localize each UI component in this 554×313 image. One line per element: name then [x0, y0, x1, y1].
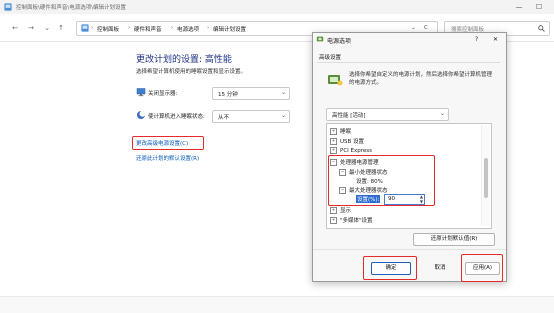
chevron-down-icon: ⌄: [280, 112, 286, 119]
restore-defaults-link[interactable]: 还原此计划的默认设置(R): [136, 154, 199, 162]
sleep-label: 使计算机进入睡眠状态:: [148, 114, 205, 120]
expand-icon[interactable]: +: [330, 207, 337, 214]
change-advanced-settings-link[interactable]: 更改高级电源设置(C): [136, 139, 188, 147]
taskbar-strip: [0, 296, 554, 313]
expand-icon[interactable]: +: [330, 217, 337, 224]
max-processor-setting-label: 设置(%):: [356, 195, 381, 203]
expand-icon[interactable]: +: [330, 147, 337, 154]
power-plan-icon: [328, 75, 343, 86]
scrollbar-thumb[interactable]: [484, 158, 488, 198]
control-panel-icon: [81, 24, 89, 32]
tree-item-usb[interactable]: + USB 设置: [330, 137, 364, 145]
tree-item-pci-express[interactable]: + PCI Express: [330, 147, 372, 154]
minimize-button[interactable]: —: [512, 1, 526, 13]
min-processor-setting[interactable]: 设置: 80%: [356, 177, 383, 185]
up-button[interactable]: ↑: [56, 23, 66, 33]
breadcrumb-item-hardware[interactable]: 硬件和声音: [134, 25, 162, 33]
collapse-icon[interactable]: −: [339, 169, 346, 176]
tree-item-max-processor-state[interactable]: − 最大处理器状态: [339, 186, 388, 194]
breadcrumb-separator: ›: [207, 25, 210, 31]
tree-scrollbar[interactable]: [481, 125, 490, 226]
expand-icon[interactable]: +: [330, 128, 337, 135]
apply-button[interactable]: 应用(A): [465, 262, 500, 275]
chevron-down-icon[interactable]: ⌄: [411, 25, 416, 31]
recent-locations-button[interactable]: ⌄: [42, 23, 52, 33]
max-processor-spinbox[interactable]: 90 ▲ ▼: [384, 194, 425, 205]
title-bar: 控制面板\硬件和声音\电源选项\编辑计划设置 — ☐: [0, 0, 554, 14]
control-panel-icon: [4, 3, 12, 11]
sleep-select[interactable]: 从不 ⌄: [212, 110, 290, 123]
restore-plan-defaults-button[interactable]: 还原计划默认值(R): [413, 233, 495, 246]
collapse-icon[interactable]: −: [339, 187, 346, 194]
expand-icon[interactable]: +: [330, 138, 337, 145]
max-processor-value[interactable]: 90: [388, 196, 395, 202]
tree-item-processor-power[interactable]: − 处理器电源管理: [330, 158, 379, 166]
back-button[interactable]: ←: [10, 23, 20, 33]
power-options-dialog: 电源选项 ? ✕ 高级设置 选择你希望自定义的电源计划，然后选择你希望计算机管理…: [312, 32, 507, 282]
power-plan-select[interactable]: 高性能 [活动] ⌄: [326, 108, 449, 121]
moon-sleep-icon: [137, 110, 146, 119]
page-subtitle: 选择希望计算机使用的睡眠设置和显示设置。: [136, 69, 247, 75]
tree-item-label: 最小处理器状态: [349, 170, 388, 176]
page-title: 更改计划的设置: 高性能: [136, 55, 232, 65]
tree-item-multimedia[interactable]: + "多媒体"设置: [330, 216, 373, 224]
ok-button[interactable]: 确定: [371, 262, 411, 275]
tree-item-min-processor-state[interactable]: − 最小处理器状态: [339, 168, 388, 176]
tree-item-label: USB 设置: [340, 139, 365, 145]
forward-button[interactable]: →: [26, 23, 36, 33]
divider: [313, 249, 506, 250]
close-button[interactable]: ✕: [493, 36, 498, 43]
breadcrumb-separator: ›: [128, 25, 131, 31]
chevron-down-icon: ⌄: [280, 89, 286, 96]
breadcrumb-separator: ›: [91, 25, 94, 31]
monitor-icon: [136, 88, 146, 97]
tree-item-label: 显示: [340, 208, 352, 214]
tree-item-display[interactable]: + 显示: [330, 206, 351, 214]
power-options-icon: [316, 36, 324, 42]
spin-down-icon[interactable]: ▼: [420, 199, 423, 204]
tree-item-sleep[interactable]: + 睡眠: [330, 127, 351, 135]
refresh-button[interactable]: C: [424, 25, 428, 31]
turn-off-display-select[interactable]: 15 分钟 ⌄: [212, 87, 290, 100]
window-title: 控制面板\硬件和声音\电源选项\编辑计划设置: [16, 5, 127, 11]
breadcrumb-separator: ›: [171, 25, 174, 31]
settings-tree[interactable]: + 睡眠 + USB 设置 + PCI Express − 处理器电源管理 − 最小处理器…: [326, 123, 492, 229]
help-button[interactable]: ?: [475, 36, 478, 43]
dialog-title: 电源选项: [327, 38, 352, 45]
tree-item-label: "多媒体"设置: [340, 218, 373, 224]
maximize-button[interactable]: ☐: [532, 1, 546, 13]
dialog-description: 选择你希望自定义的电源计划，然后选择你希望计算机管理的电源方式。: [349, 72, 493, 86]
breadcrumb-item-power-options[interactable]: 电源选项: [177, 25, 199, 33]
setting-value: 设置: 80%: [356, 179, 383, 185]
breadcrumb-item-edit-plan[interactable]: 编辑计划设置: [213, 25, 246, 33]
sleep-value: 从不: [218, 115, 230, 121]
power-plan-value: 高性能 [活动]: [332, 113, 366, 119]
tree-item-label: 睡眠: [340, 129, 352, 135]
collapse-icon[interactable]: −: [330, 159, 337, 166]
tree-item-label: 最大处理器状态: [349, 188, 388, 194]
search-icon[interactable]: [538, 25, 545, 32]
tree-item-label: PCI Express: [340, 148, 373, 154]
breadcrumb-item-control-panel[interactable]: 控制面板: [97, 25, 119, 33]
turn-off-display-value: 15 分钟: [218, 92, 238, 98]
turn-off-display-label: 关闭显示器:: [148, 91, 178, 97]
cancel-button[interactable]: 取消: [420, 262, 460, 275]
tree-item-label: 处理器电源管理: [340, 160, 379, 166]
chevron-down-icon: ⌄: [439, 110, 445, 117]
tab-advanced-settings[interactable]: 高级设置: [317, 51, 500, 63]
dialog-title-bar: 电源选项 ? ✕: [313, 33, 506, 46]
tab-label: 高级设置: [319, 55, 342, 61]
